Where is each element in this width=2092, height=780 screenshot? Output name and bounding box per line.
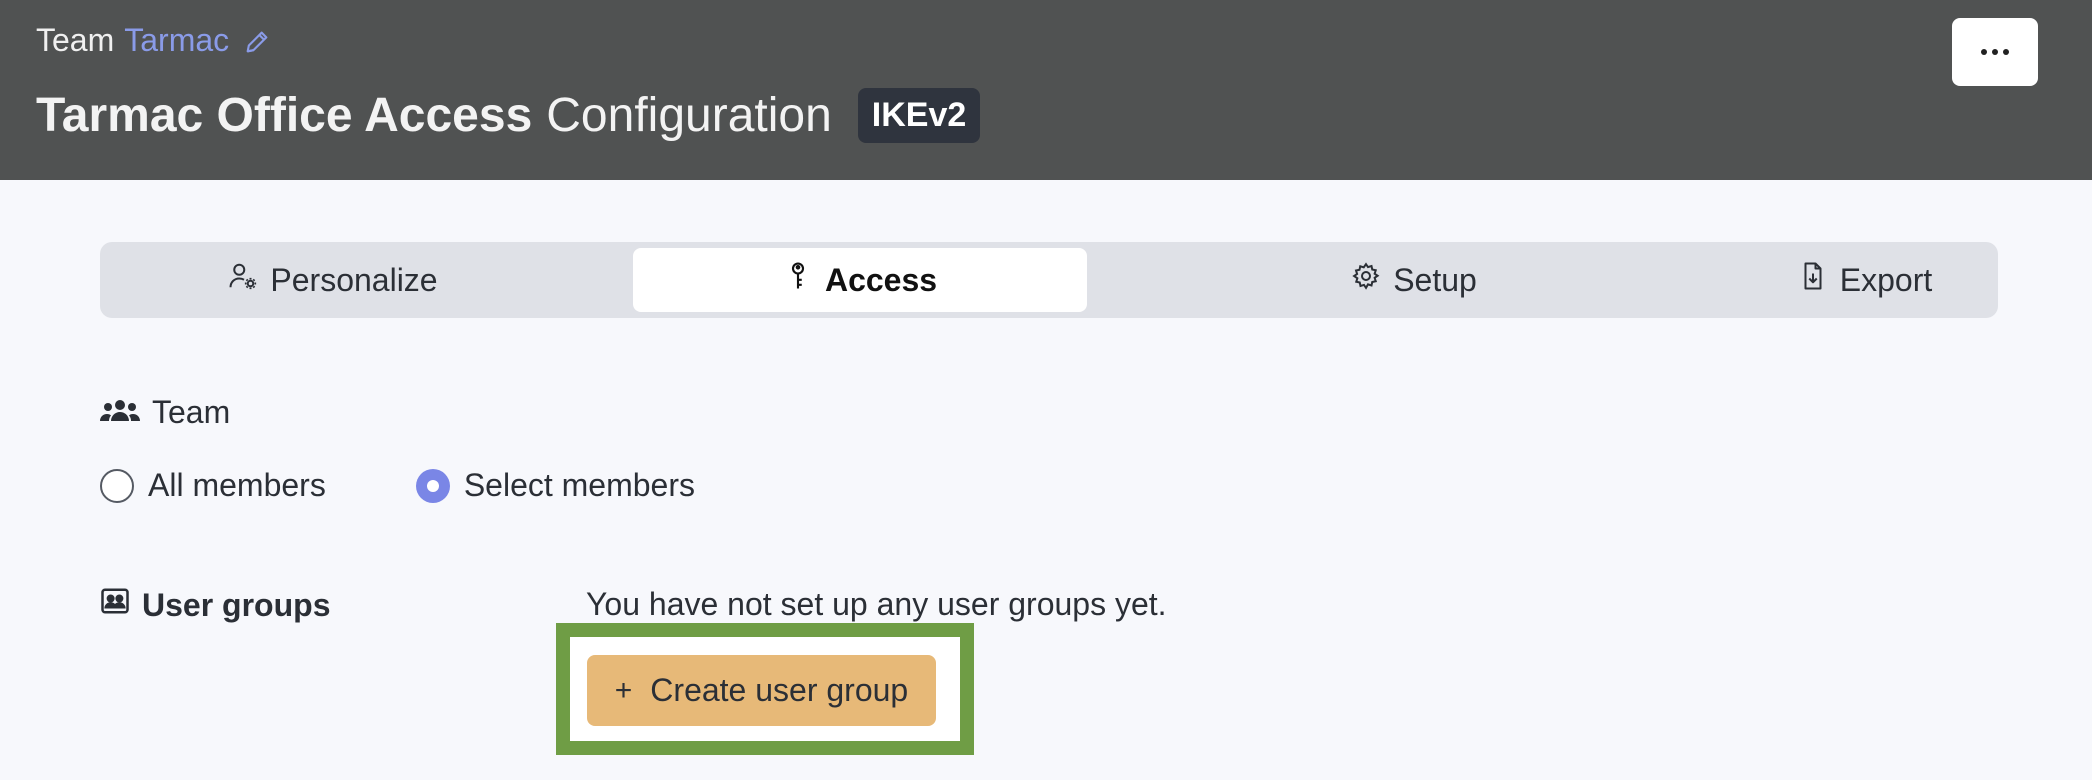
users-icon	[100, 394, 140, 431]
user-group-card-icon	[100, 586, 130, 624]
tab-label: Personalize	[270, 261, 438, 298]
tab-label: Access	[824, 261, 938, 298]
tab-personalize[interactable]: Personalize	[106, 248, 560, 312]
pencil-icon[interactable]	[243, 27, 271, 55]
user-settings-icon	[228, 261, 258, 299]
tab-label: Export	[1839, 261, 1933, 298]
page-title: Tarmac Office Access Configuration IKEv2	[36, 88, 981, 143]
user-groups-heading: User groups	[142, 586, 331, 623]
radio-label: All members	[148, 467, 326, 503]
tab-export[interactable]: Export	[1638, 248, 2092, 312]
team-link[interactable]: Tarmac	[124, 22, 229, 59]
all-members-option[interactable]: All members	[100, 467, 326, 504]
empty-state-message: You have not set up any user groups yet.	[586, 586, 1167, 622]
more-horizontal-icon	[1981, 49, 2009, 55]
all-members-radio[interactable]	[100, 468, 134, 503]
team-section-heading: Team	[100, 394, 230, 431]
more-menu-button[interactable]	[1952, 18, 2038, 86]
tab-setup[interactable]: Setup	[1187, 248, 1641, 312]
tab-label: Setup	[1393, 261, 1477, 298]
gear-icon	[1351, 261, 1381, 299]
select-members-radio[interactable]	[415, 468, 450, 503]
member-scope-radio-group: All members Select members	[100, 467, 695, 504]
tab-access[interactable]: Access	[633, 248, 1087, 312]
create-user-group-label: Create user group	[650, 672, 909, 708]
protocol-badge: IKEv2	[857, 88, 981, 143]
key-icon	[783, 261, 813, 299]
tab-bar: Personalize Access Setup Export	[100, 242, 1998, 318]
team-heading: Team	[152, 394, 231, 430]
breadcrumb: Team Tarmac	[36, 22, 271, 59]
plus-icon: +	[614, 673, 633, 707]
user-groups-heading-row: User groups	[100, 586, 330, 624]
select-members-option[interactable]: Select members	[415, 467, 695, 504]
title-main: Tarmac Office Access	[36, 89, 533, 142]
radio-label: Select members	[463, 467, 695, 503]
title-sub: Configuration	[546, 89, 832, 142]
breadcrumb-prefix: Team	[36, 22, 115, 58]
file-export-icon	[1798, 261, 1828, 299]
page-header: Team Tarmac Tarmac Office Access Configu…	[0, 0, 2092, 180]
create-user-group-button[interactable]: + Create user group	[587, 655, 936, 726]
